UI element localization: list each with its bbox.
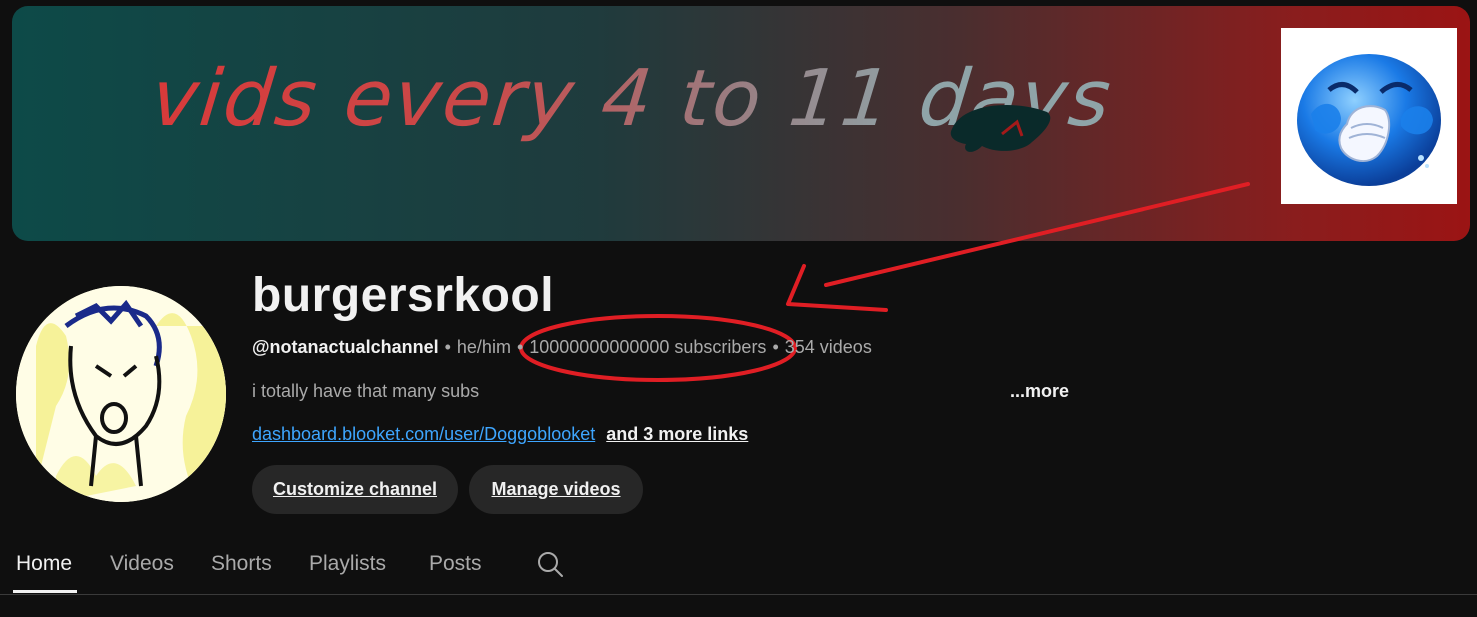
subscriber-count: 10000000000000 subscribers — [529, 337, 767, 357]
customize-channel-button[interactable]: Customize channel — [252, 465, 458, 514]
tab-shorts[interactable]: Shorts — [211, 552, 272, 576]
tab-videos[interactable]: Videos — [110, 552, 174, 576]
tab-home[interactable]: Home — [16, 552, 72, 576]
manage-videos-button[interactable]: Manage videos — [469, 465, 643, 514]
banner-doodle — [950, 105, 1051, 152]
more-links-button[interactable]: and 3 more links — [606, 424, 748, 444]
channel-meta-row: @notanactualchannel • he/him • 1000000000000… — [252, 337, 872, 358]
channel-pronouns: he/him — [456, 337, 511, 357]
description-more-button[interactable]: ...more — [1010, 381, 1069, 402]
channel-banner: vids every 4 to 11 days — [12, 6, 1470, 241]
channel-description[interactable]: i totally have that many subs — [252, 381, 479, 402]
channel-tabs: Home Videos Shorts Playlists Posts — [0, 540, 1477, 595]
channel-link[interactable]: dashboard.blooket.com/user/Doggoblooket — [252, 424, 595, 444]
tab-playlists[interactable]: Playlists — [309, 552, 386, 576]
video-count: 354 videos — [784, 337, 872, 357]
separator-dot: • — [772, 337, 779, 357]
search-icon[interactable] — [536, 550, 564, 578]
channel-name: burgersrkool — [252, 269, 555, 322]
channel-links: dashboard.blooket.com/user/Doggoblooket … — [252, 424, 748, 445]
active-tab-indicator — [13, 590, 77, 593]
channel-handle: @notanactualchannel — [252, 337, 439, 357]
separator-dot: • — [444, 337, 451, 357]
laughing-emoji-image — [1281, 28, 1457, 204]
separator-dot: • — [516, 337, 524, 357]
channel-avatar[interactable] — [16, 286, 226, 502]
tab-posts[interactable]: Posts — [429, 552, 482, 576]
